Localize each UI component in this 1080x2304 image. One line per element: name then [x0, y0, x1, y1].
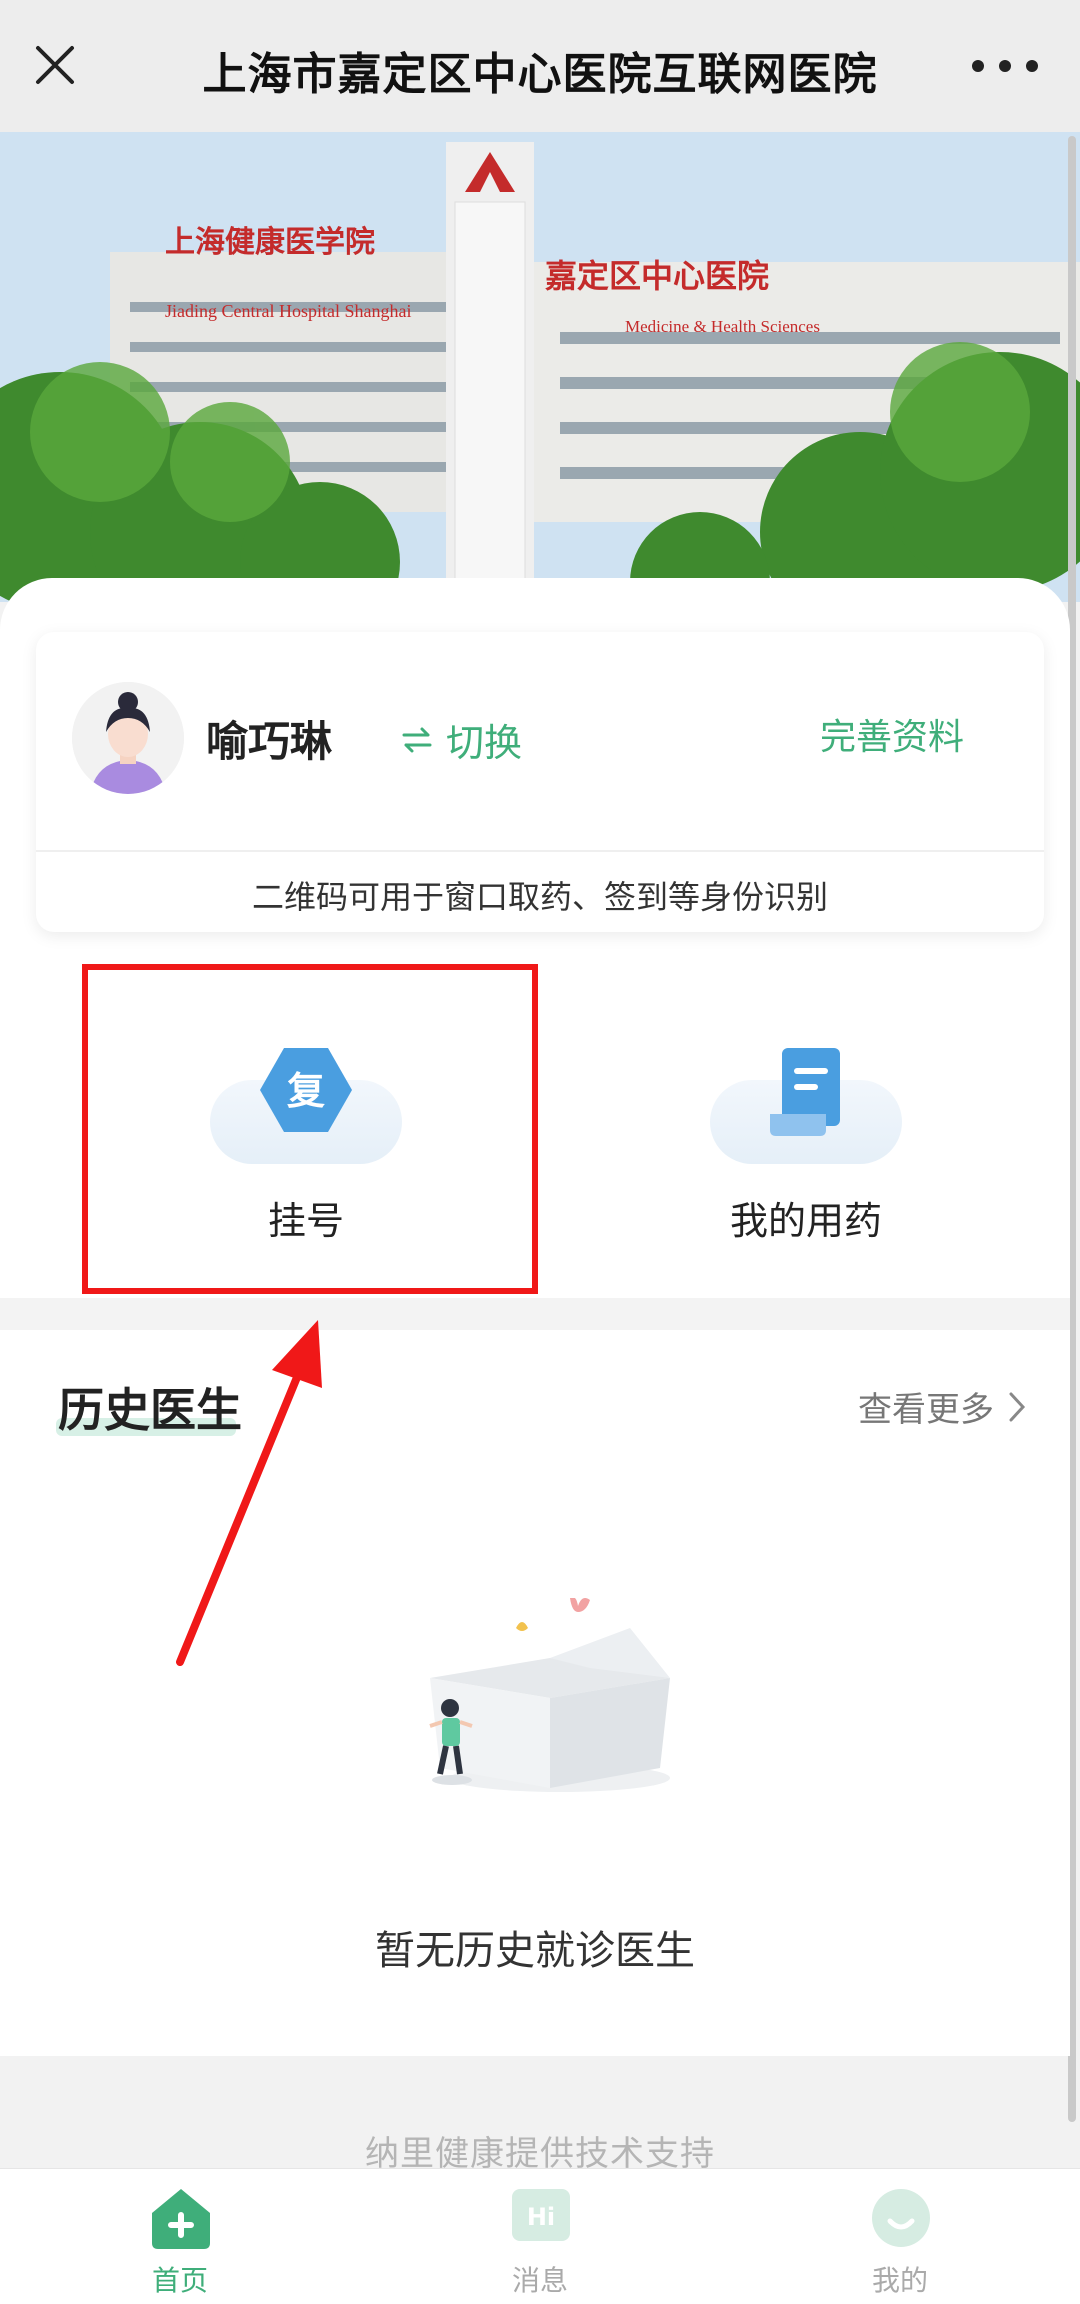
- avatar[interactable]: [72, 682, 184, 794]
- complete-profile-link[interactable]: 完善资料: [820, 708, 964, 760]
- highlight-box: [82, 964, 538, 1294]
- page-title: 上海市嘉定区中心医院互联网医院: [202, 49, 878, 100]
- banner-sign: 上海健康医学院: [165, 225, 375, 259]
- tab-mine-label: 我的: [871, 2264, 928, 2297]
- switch-label: 切换: [446, 721, 523, 765]
- divider: [36, 850, 1044, 852]
- qrcode-hint: 二维码可用于窗口取药、签到等身份识别: [251, 878, 828, 916]
- tab-home-label: 首页: [151, 2264, 208, 2297]
- switch-patient-button[interactable]: 切换: [400, 712, 522, 767]
- view-more-link[interactable]: 查看更多: [858, 1382, 1026, 1431]
- more-dots-icon[interactable]: [970, 58, 1040, 74]
- svg-text:Hi: Hi: [527, 2203, 555, 2231]
- empty-box-illustration: [429, 1598, 670, 1792]
- swap-arrows-icon: [402, 727, 432, 752]
- hospital-building-image: 上海健康医学院 Jiading Central Hospital Shangha…: [0, 132, 1080, 602]
- chevron-right-icon: [1009, 1392, 1026, 1421]
- patient-name: 喻巧琳: [206, 717, 333, 766]
- banner-sign: Jiading Central Hospital Shanghai: [165, 301, 411, 321]
- view-more-label: 查看更多: [858, 1390, 994, 1430]
- my-medication-button[interactable]: 我的用药: [706, 1010, 906, 1270]
- tab-messages-label: 消息: [511, 2264, 568, 2297]
- female-avatar-icon: [72, 682, 184, 794]
- message-hi-icon: Hi: [512, 2189, 570, 2241]
- prescription-scroll-icon: [770, 1048, 840, 1136]
- hospital-banner: 上海健康医学院 Jiading Central Hospital Shangha…: [0, 132, 1080, 602]
- annotation-arrow: [176, 1320, 322, 1666]
- my-medication-label: 我的用药: [729, 1199, 882, 1243]
- smile-face-icon: [872, 2189, 930, 2247]
- tab-mine[interactable]: 我的: [800, 2169, 1000, 2304]
- home-plus-icon: [152, 2189, 210, 2249]
- close-icon[interactable]: [30, 40, 80, 90]
- tab-messages[interactable]: Hi 消息: [440, 2169, 640, 2304]
- title-bar: 上海市嘉定区中心医院互联网医院: [0, 0, 1080, 132]
- tab-home[interactable]: 首页: [80, 2169, 280, 2304]
- banner-sign: Medicine & Health Sciences: [625, 317, 820, 336]
- empty-state-text: 暂无历史就诊医生: [375, 1928, 695, 1974]
- bottom-tab-bar: 首页 Hi 消息 我的: [0, 2168, 1080, 2304]
- banner-sign: 嘉定区中心医院: [545, 258, 769, 294]
- patient-card[interactable]: 喻巧琳 切换 完善资料 二维码可用于窗口取药、签到等身份识别: [36, 632, 1044, 932]
